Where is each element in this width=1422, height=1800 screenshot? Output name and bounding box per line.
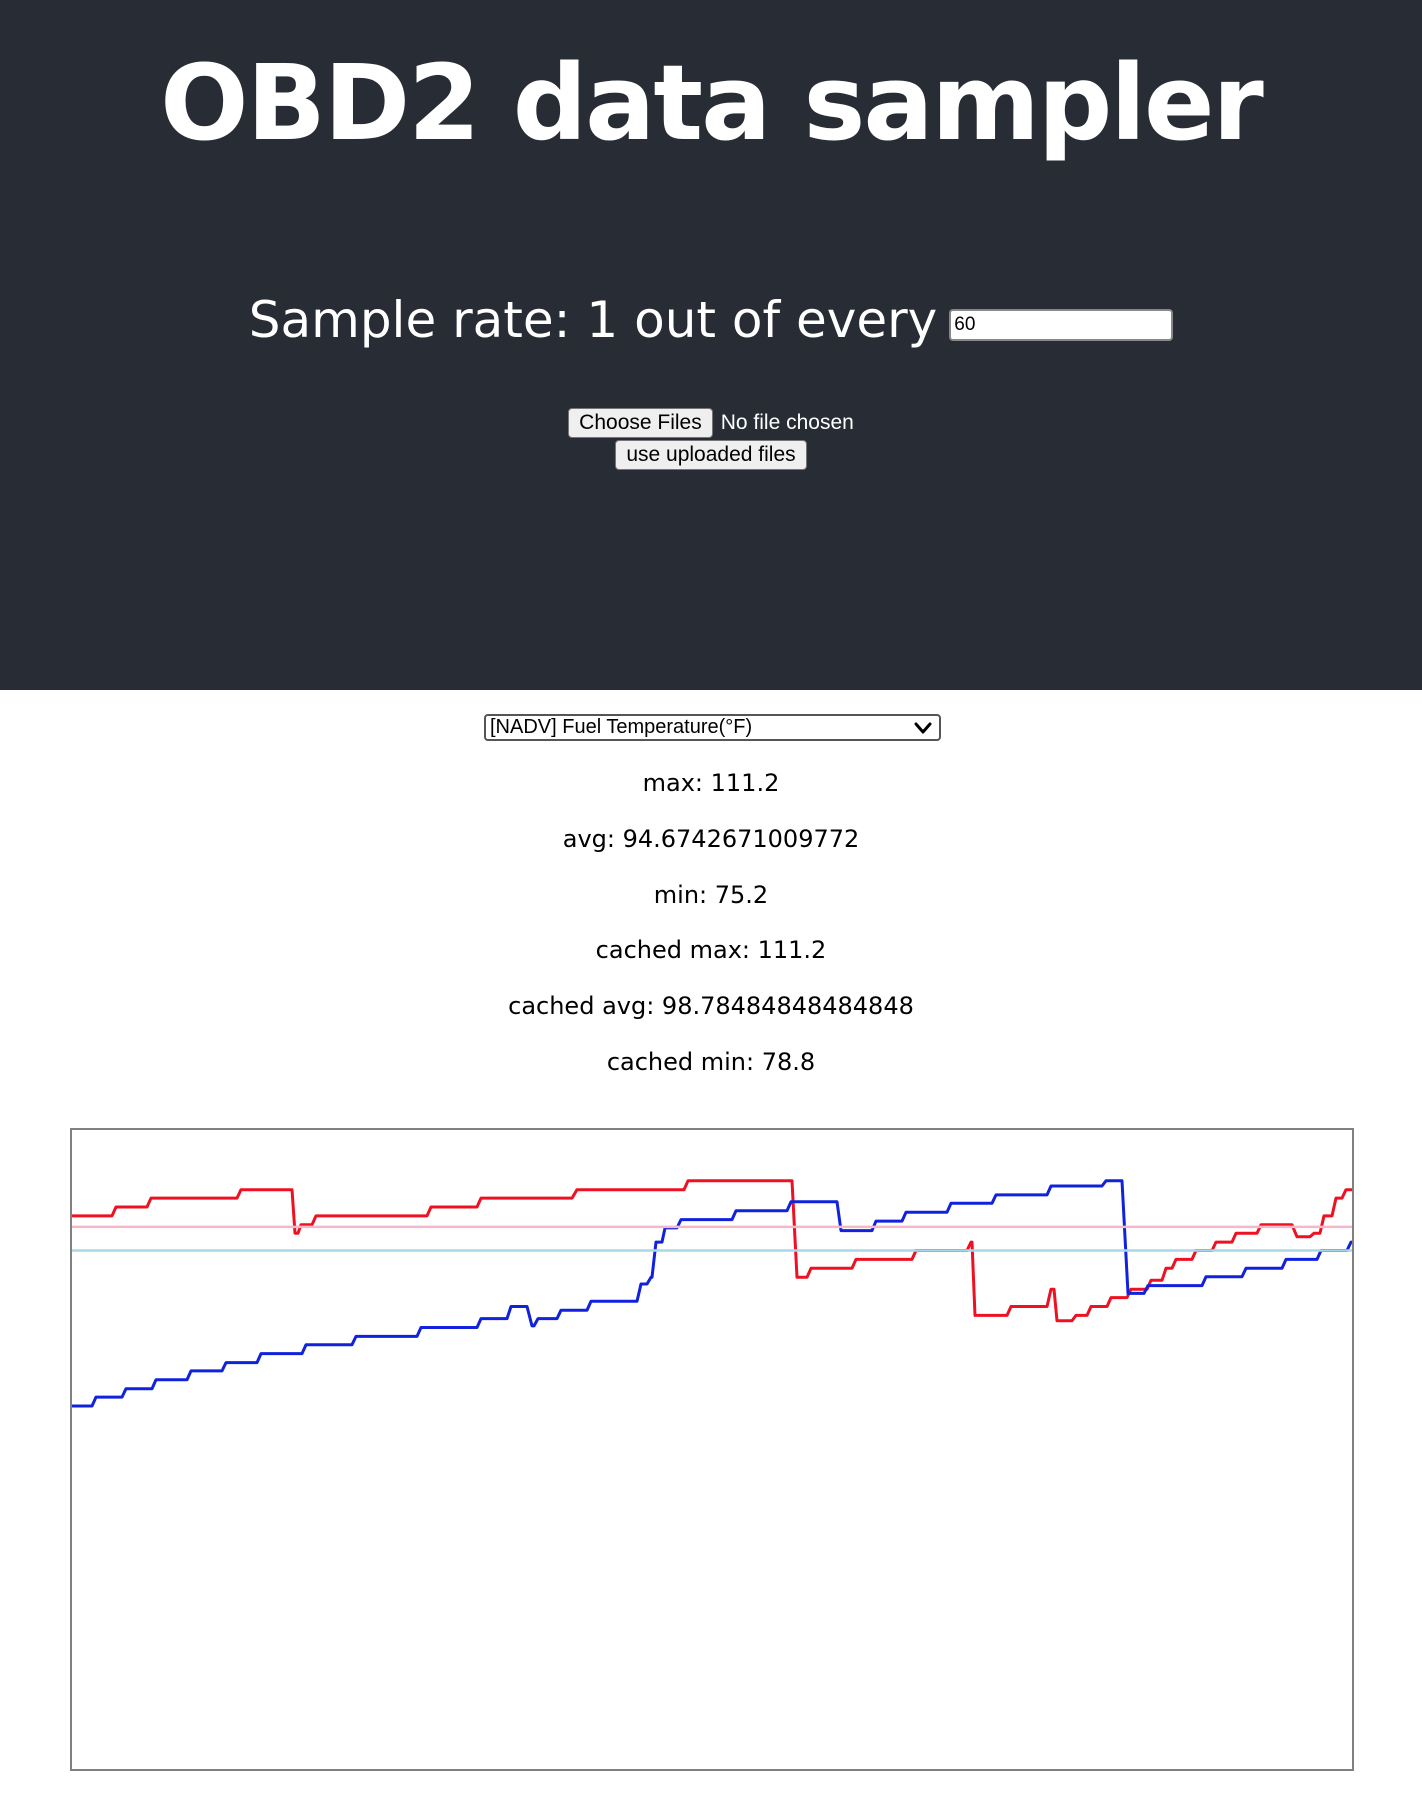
- chevron-down-icon: [914, 722, 932, 734]
- stat-avg: avg: 94.6742671009772: [562, 825, 860, 853]
- use-uploaded-files-button[interactable]: use uploaded files: [615, 440, 807, 470]
- stat-cached-max: cached max: 111.2: [595, 936, 827, 964]
- sample-rate-input[interactable]: [949, 309, 1174, 341]
- stat-cached-min: cached min: 78.8: [606, 1048, 816, 1076]
- field-select-value: [NADV] Fuel Temperature(°F): [490, 716, 753, 738]
- upload-row: use uploaded files: [0, 440, 1422, 474]
- choose-files-button[interactable]: Choose Files: [568, 408, 713, 438]
- stat-cached-avg: cached avg: 98.78484848484848: [508, 992, 914, 1020]
- chart-canvas: [72, 1179, 1352, 1408]
- app-header: OBD2 data sampler Sample rate: 1 out of …: [0, 0, 1422, 690]
- field-select[interactable]: [NADV] Fuel Temperature(°F): [484, 714, 941, 741]
- file-status-text: No file chosen: [720, 411, 854, 434]
- stat-min: min: 75.2: [653, 881, 769, 909]
- series-line-1: [72, 1179, 1352, 1323]
- page-title: OBD2 data sampler: [160, 42, 1264, 164]
- sample-rate-row: Sample rate: 1 out of every: [0, 290, 1422, 350]
- stat-max: max: 111.2: [642, 769, 780, 797]
- sample-rate-label: Sample rate: 1 out of every: [248, 291, 938, 349]
- series-line-2: [72, 1179, 1352, 1408]
- line-chart: [70, 1128, 1354, 1771]
- file-picker: Choose Files No file chosen: [0, 406, 1422, 440]
